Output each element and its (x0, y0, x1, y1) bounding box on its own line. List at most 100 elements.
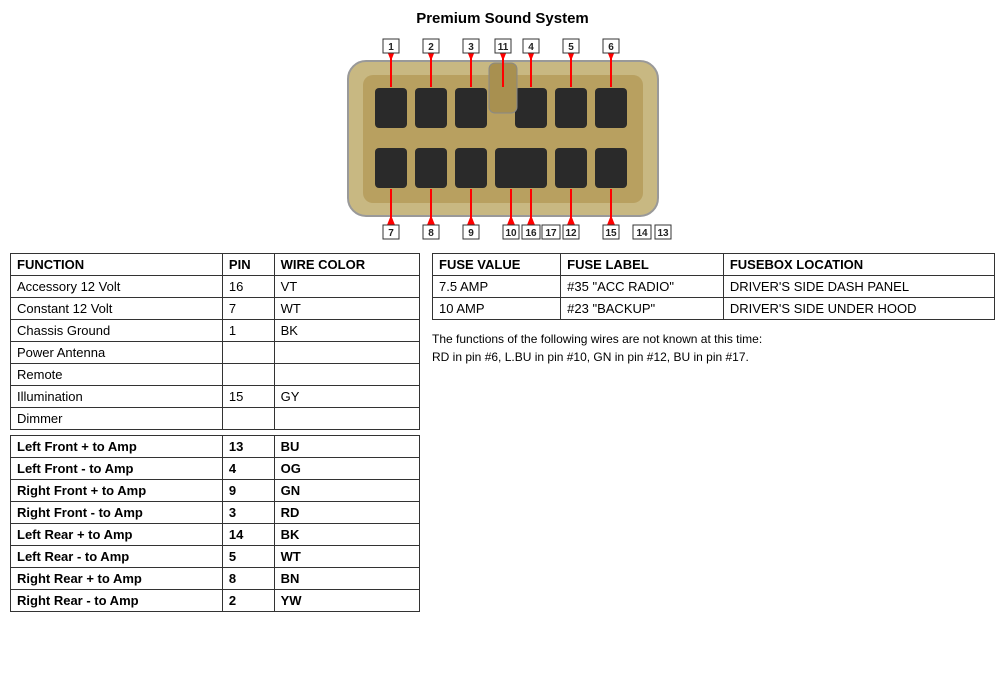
connector-diagram: 1 2 3 11 4 5 6 7 8 9 10 16 17 (293, 33, 713, 243)
col-fuse-label: FUSE LABEL (561, 254, 724, 276)
table-row: Left Rear + to Amp 14 BK (11, 524, 420, 546)
cell-pin (222, 364, 274, 386)
svg-text:8: 8 (428, 228, 434, 239)
cell-function: Left Rear + to Amp (11, 524, 223, 546)
svg-text:13: 13 (657, 228, 669, 239)
table-row: Left Front - to Amp 4 OG (11, 458, 420, 480)
svg-text:4: 4 (528, 42, 534, 53)
cell-fuse-label: #23 "BACKUP" (561, 298, 724, 320)
cell-color (274, 342, 419, 364)
cell-pin: 13 (222, 436, 274, 458)
right-section: FUSE VALUE FUSE LABEL FUSEBOX LOCATION 7… (432, 253, 995, 366)
note-line2: RD in pin #6, L.BU in pin #10, GN in pin… (432, 350, 749, 364)
table-row: Chassis Ground 1 BK (11, 320, 420, 342)
cell-function: Dimmer (11, 408, 223, 430)
table-row: Accessory 12 Volt 16 VT (11, 276, 420, 298)
tables-row: FUNCTION PIN WIRE COLOR Accessory 12 Vol… (10, 253, 995, 612)
cell-function: Left Rear - to Amp (11, 546, 223, 568)
table-row: Power Antenna (11, 342, 420, 364)
main-table-section: FUNCTION PIN WIRE COLOR Accessory 12 Vol… (10, 253, 420, 612)
cell-pin: 1 (222, 320, 274, 342)
cell-function: Right Front + to Amp (11, 480, 223, 502)
col-fuse-value: FUSE VALUE (433, 254, 561, 276)
cell-color: BK (274, 320, 419, 342)
cell-function: Left Front - to Amp (11, 458, 223, 480)
cell-color: GN (274, 480, 419, 502)
table-row: Right Front + to Amp 9 GN (11, 480, 420, 502)
table-row: Right Rear - to Amp 2 YW (11, 590, 420, 612)
table-row: Illumination 15 GY (11, 386, 420, 408)
cell-function: Chassis Ground (11, 320, 223, 342)
cell-fuse-value: 7.5 AMP (433, 276, 561, 298)
svg-text:9: 9 (468, 228, 474, 239)
cell-pin: 16 (222, 276, 274, 298)
fuse-table-row: 10 AMP #23 "BACKUP" DRIVER'S SIDE UNDER … (433, 298, 995, 320)
cell-color: YW (274, 590, 419, 612)
cell-pin (222, 342, 274, 364)
cell-pin: 5 (222, 546, 274, 568)
cell-function: Right Rear + to Amp (11, 568, 223, 590)
fuse-table-row: 7.5 AMP #35 "ACC RADIO" DRIVER'S SIDE DA… (433, 276, 995, 298)
note-text: The functions of the following wires are… (432, 330, 992, 366)
table-row: Right Front - to Amp 3 RD (11, 502, 420, 524)
svg-text:11: 11 (497, 42, 508, 53)
cell-pin: 7 (222, 298, 274, 320)
col-pin: PIN (222, 254, 274, 276)
cell-fusebox-location: DRIVER'S SIDE DASH PANEL (723, 276, 994, 298)
cell-color: OG (274, 458, 419, 480)
svg-text:2: 2 (428, 42, 434, 53)
cell-fuse-value: 10 AMP (433, 298, 561, 320)
cell-color (274, 408, 419, 430)
cell-color: GY (274, 386, 419, 408)
table-row: Constant 12 Volt 7 WT (11, 298, 420, 320)
main-wiring-table: FUNCTION PIN WIRE COLOR Accessory 12 Vol… (10, 253, 420, 612)
note-line1: The functions of the following wires are… (432, 332, 762, 346)
svg-text:5: 5 (568, 42, 574, 53)
table-row: Remote (11, 364, 420, 386)
cell-function: Illumination (11, 386, 223, 408)
cell-fusebox-location: DRIVER'S SIDE UNDER HOOD (723, 298, 994, 320)
cell-color: BN (274, 568, 419, 590)
cell-function: Power Antenna (11, 342, 223, 364)
col-function: FUNCTION (11, 254, 223, 276)
cell-color: RD (274, 502, 419, 524)
cell-function: Right Rear - to Amp (11, 590, 223, 612)
cell-pin: 2 (222, 590, 274, 612)
cell-pin: 9 (222, 480, 274, 502)
table-row: Left Front + to Amp 13 BU (11, 436, 420, 458)
svg-text:1: 1 (388, 42, 394, 53)
page-wrapper: Premium Sound System (0, 0, 1005, 700)
cell-pin: 3 (222, 502, 274, 524)
cell-color: VT (274, 276, 419, 298)
cell-color: BU (274, 436, 419, 458)
svg-text:12: 12 (565, 228, 577, 239)
svg-text:15: 15 (605, 228, 617, 239)
fuse-table: FUSE VALUE FUSE LABEL FUSEBOX LOCATION 7… (432, 253, 995, 320)
svg-text:14: 14 (636, 228, 648, 239)
cell-function: Constant 12 Volt (11, 298, 223, 320)
col-fusebox-loc: FUSEBOX LOCATION (723, 254, 994, 276)
cell-color: WT (274, 546, 419, 568)
svg-text:7: 7 (388, 228, 394, 239)
cell-pin: 15 (222, 386, 274, 408)
cell-function: Left Front + to Amp (11, 436, 223, 458)
svg-text:3: 3 (468, 42, 474, 53)
cell-pin: 14 (222, 524, 274, 546)
cell-function: Accessory 12 Volt (11, 276, 223, 298)
page-title: Premium Sound System (416, 10, 589, 27)
cell-fuse-label: #35 "ACC RADIO" (561, 276, 724, 298)
svg-text:6: 6 (608, 42, 614, 53)
cell-function: Right Front - to Amp (11, 502, 223, 524)
cell-pin: 4 (222, 458, 274, 480)
cell-color (274, 364, 419, 386)
svg-text:17: 17 (545, 228, 557, 239)
cell-pin (222, 408, 274, 430)
cell-color: BK (274, 524, 419, 546)
table-row: Left Rear - to Amp 5 WT (11, 546, 420, 568)
cell-pin: 8 (222, 568, 274, 590)
col-color: WIRE COLOR (274, 254, 419, 276)
table-row: Dimmer (11, 408, 420, 430)
cell-color: WT (274, 298, 419, 320)
svg-text:16: 16 (525, 228, 537, 239)
table-row: Right Rear + to Amp 8 BN (11, 568, 420, 590)
